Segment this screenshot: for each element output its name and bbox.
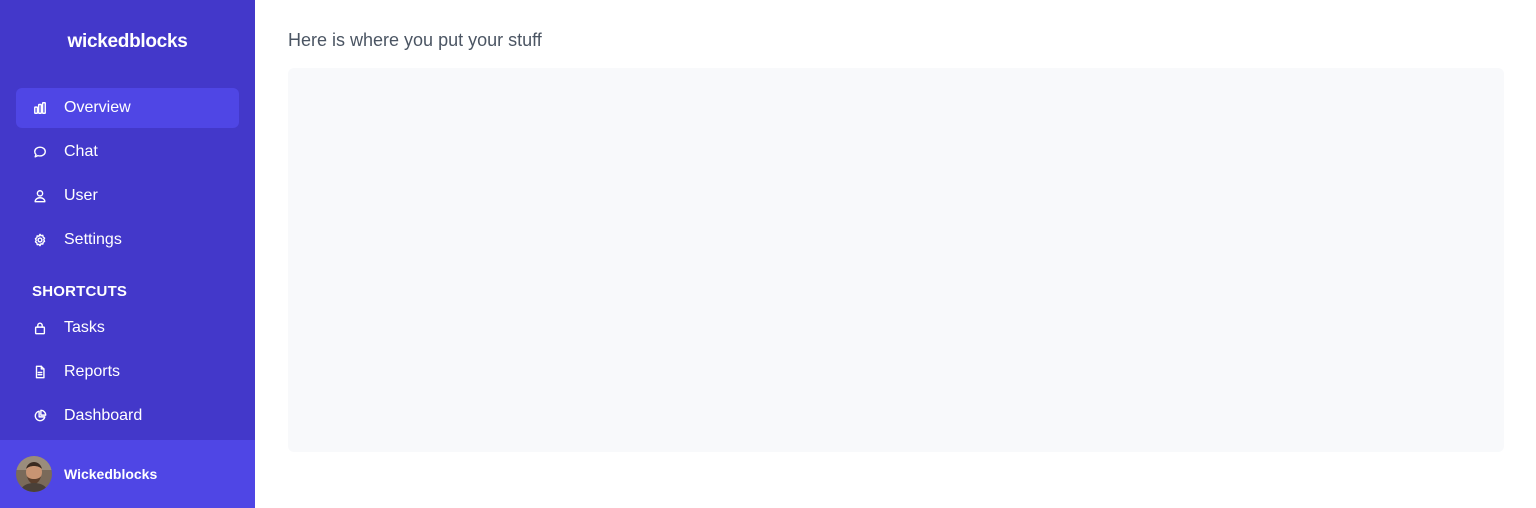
app-shell: wickedblocks Overview Chat User Settings…	[0, 0, 1536, 508]
sidebar-item-chat[interactable]: Chat	[16, 132, 239, 172]
sidebar-item-label: Dashboard	[64, 407, 143, 424]
pie-chart-icon	[32, 408, 48, 424]
sidebar-item-overview[interactable]: Overview	[16, 88, 239, 128]
user-profile[interactable]: Wickedblocks	[0, 440, 255, 508]
sidebar: wickedblocks Overview Chat User Settings…	[0, 0, 255, 508]
bar-chart-icon	[32, 100, 48, 116]
avatar[interactable]	[16, 456, 52, 492]
sidebar-item-label: Tasks	[64, 319, 105, 336]
chat-bubble-icon	[32, 144, 48, 160]
shortcuts-nav: Tasks Reports Dashboard	[0, 308, 255, 440]
sidebar-item-settings[interactable]: Settings	[16, 220, 239, 260]
sidebar-item-label: Reports	[64, 363, 121, 380]
content-placeholder	[288, 68, 1504, 452]
gear-icon	[32, 232, 48, 248]
sidebar-item-dashboard[interactable]: Dashboard	[16, 396, 239, 436]
sidebar-item-label: Overview	[64, 99, 131, 116]
shortcuts-heading: SHORTCUTS	[32, 282, 128, 300]
main-nav: Overview Chat User Settings	[0, 84, 255, 264]
sidebar-item-label: User	[64, 187, 98, 204]
sidebar-item-label: Chat	[64, 143, 98, 160]
sidebar-item-reports[interactable]: Reports	[16, 352, 239, 392]
sidebar-item-label: Settings	[64, 231, 122, 248]
main-content: Here is where you put your stuff	[255, 0, 1536, 508]
document-icon	[32, 364, 48, 380]
sidebar-item-tasks[interactable]: Tasks	[16, 308, 239, 348]
lock-icon	[32, 320, 48, 336]
sidebar-item-user[interactable]: User	[16, 176, 239, 216]
brand-logo[interactable]: wickedblocks	[0, 0, 255, 84]
page-title: Here is where you put your stuff	[288, 30, 542, 50]
user-icon	[32, 188, 48, 204]
profile-name: Wickedblocks	[64, 466, 158, 482]
